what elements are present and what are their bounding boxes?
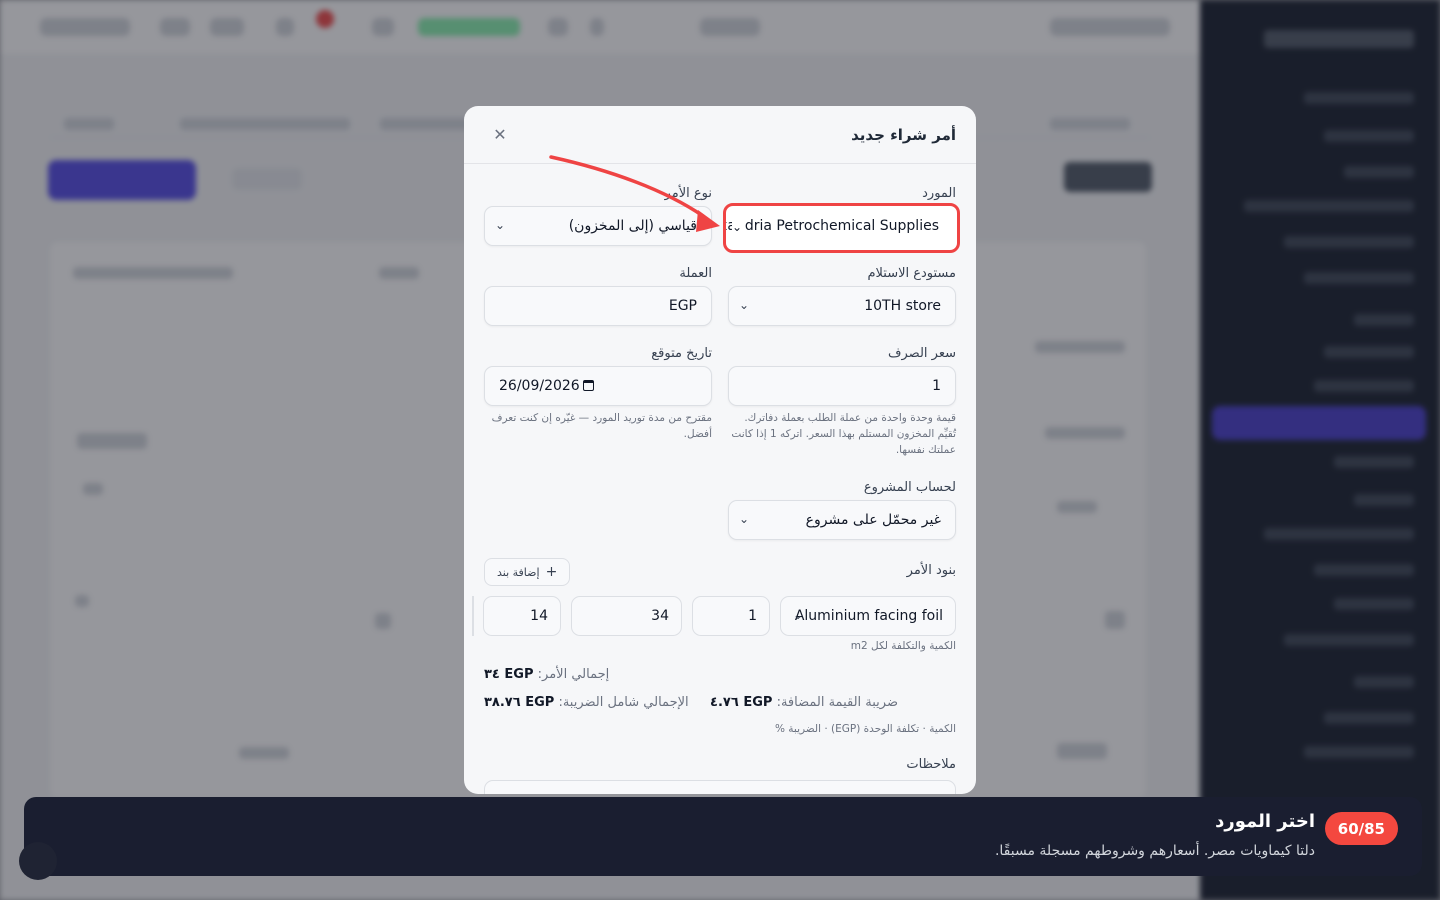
line-item-select[interactable]: Aluminium facing foil ⌄ [780,596,956,636]
vat-value: EGP ٤.٧٦ [710,695,773,710]
chevron-down-icon: ⌄ [739,512,750,526]
order-type-select[interactable]: قياسي (إلى المخزون) ⌄ [484,206,712,246]
warehouse-field: مستودع الاستلام 10TH store ⌄ [728,266,956,328]
order-type-value: قياسي (إلى المخزون) [568,218,697,234]
line-item-value: Aluminium facing foil [794,608,943,624]
expected-date-field: تاريخ متوقع 26/09/2026 مقترح من مدة توري… [484,346,712,456]
project-field: لحساب المشروع غير محمّل على مشروع ⌄ [728,480,956,542]
grand-total-value: EGP ٣٨.٧٦ [484,695,555,710]
order-type-label: نوع الأمر [664,186,712,201]
expected-date-input[interactable]: 26/09/2026 [484,366,712,406]
line-quantity-value: 1 [748,608,757,624]
order-lines-label: بنود الأمر [906,563,956,578]
expected-date-label: تاريخ متوقع [651,346,712,361]
grand-total-label: الإجمالي شامل الضريبة: [558,695,689,710]
line-tax-input[interactable]: 14 [483,596,561,636]
vat-label: ضريبة القيمة المضافة: [776,695,898,710]
project-label: لحساب المشروع [863,480,956,495]
exchange-rate-help: قيمة وحدة واحدة من عملة الطلب بعملة دفات… [731,412,956,456]
exchange-rate-field: سعر الصرف 1 قيمة وحدة واحدة من عملة الطل… [728,346,956,466]
currency-label: العملة [679,266,712,281]
warehouse-value: 10TH store [864,298,941,314]
supplier-value: Alexandria Petrochemical Supplies [726,218,939,234]
notes-textarea[interactable] [484,780,956,794]
line-unit-cost-input[interactable]: 34 [571,596,682,636]
warehouse-label: مستودع الاستلام [867,266,956,281]
dialog-title: أمر شراء جديد [851,125,956,144]
supplier-select[interactable]: Alexandria Petrochemical Supplies ⌄ [723,203,960,253]
grand-total: الإجمالي شامل الضريبة: EGP ٣٨.٧٦ [484,695,689,710]
vat-total: ضريبة القيمة المضافة: EGP ٤.٧٦ [710,695,898,710]
dialog-header: أمر شراء جديد ✕ [464,106,976,164]
expected-date-value: 26/09/2026 [499,378,580,394]
warehouse-select[interactable]: 10TH store ⌄ [728,286,956,326]
plus-icon: + [545,564,558,580]
order-total: إجمالي الأمر: EGP ٣٤ [484,667,609,682]
tour-title: اختر المورد [1215,811,1315,832]
line-quantity-input[interactable]: 1 [692,596,770,636]
notes-label: ملاحظات [906,757,956,772]
order-total-label: إجمالي الأمر: [537,667,610,682]
exchange-rate-input[interactable]: 1 [728,366,956,406]
line-unit-note: الكمية والتكلفة لكل m2 [850,640,956,652]
close-icon[interactable]: ✕ [484,119,516,151]
row-scroll-edge [472,596,474,636]
expected-date-help: مقترح من مدة توريد المورد — غيّره إن كنت… [491,412,712,440]
project-select[interactable]: غير محمّل على مشروع ⌄ [728,500,956,540]
currency-value: EGP [668,298,697,314]
currency-field: العملة EGP [484,266,712,328]
line-unit-cost-value: 34 [651,608,669,624]
add-line-button[interactable]: + إضافة بند [484,558,571,586]
exchange-rate-label: سعر الصرف [888,346,956,361]
line-tax-value: 14 [530,608,548,624]
add-line-label: إضافة بند [497,565,540,579]
project-value: غير محمّل على مشروع [805,512,941,528]
tour-step-counter: 60/85 [1324,812,1398,845]
chevron-down-icon: ⌄ [732,220,744,234]
tour-description: دلتا كيماويات مصر. أسعارهم وشروطهم مسجلة… [994,843,1315,859]
help-button[interactable] [19,842,57,880]
order-type-field: نوع الأمر قياسي (إلى المخزون) ⌄ [484,186,712,248]
supplier-label: المورد [922,186,956,201]
currency-input[interactable]: EGP [484,286,712,326]
chevron-down-icon: ⌄ [739,298,750,312]
exchange-rate-value: 1 [932,378,941,394]
tour-tooltip: 60/85 اختر المورد دلتا كيماويات مصر. أسع… [24,797,1422,876]
chevron-down-icon: ⌄ [495,218,506,232]
columns-note: الكمية · تكلفة الوحدة (EGP) · الضريبة % [774,723,956,735]
chevron-down-icon: ⌄ [793,608,804,622]
calendar-icon[interactable] [583,380,594,391]
order-total-value: EGP ٣٤ [484,667,534,682]
